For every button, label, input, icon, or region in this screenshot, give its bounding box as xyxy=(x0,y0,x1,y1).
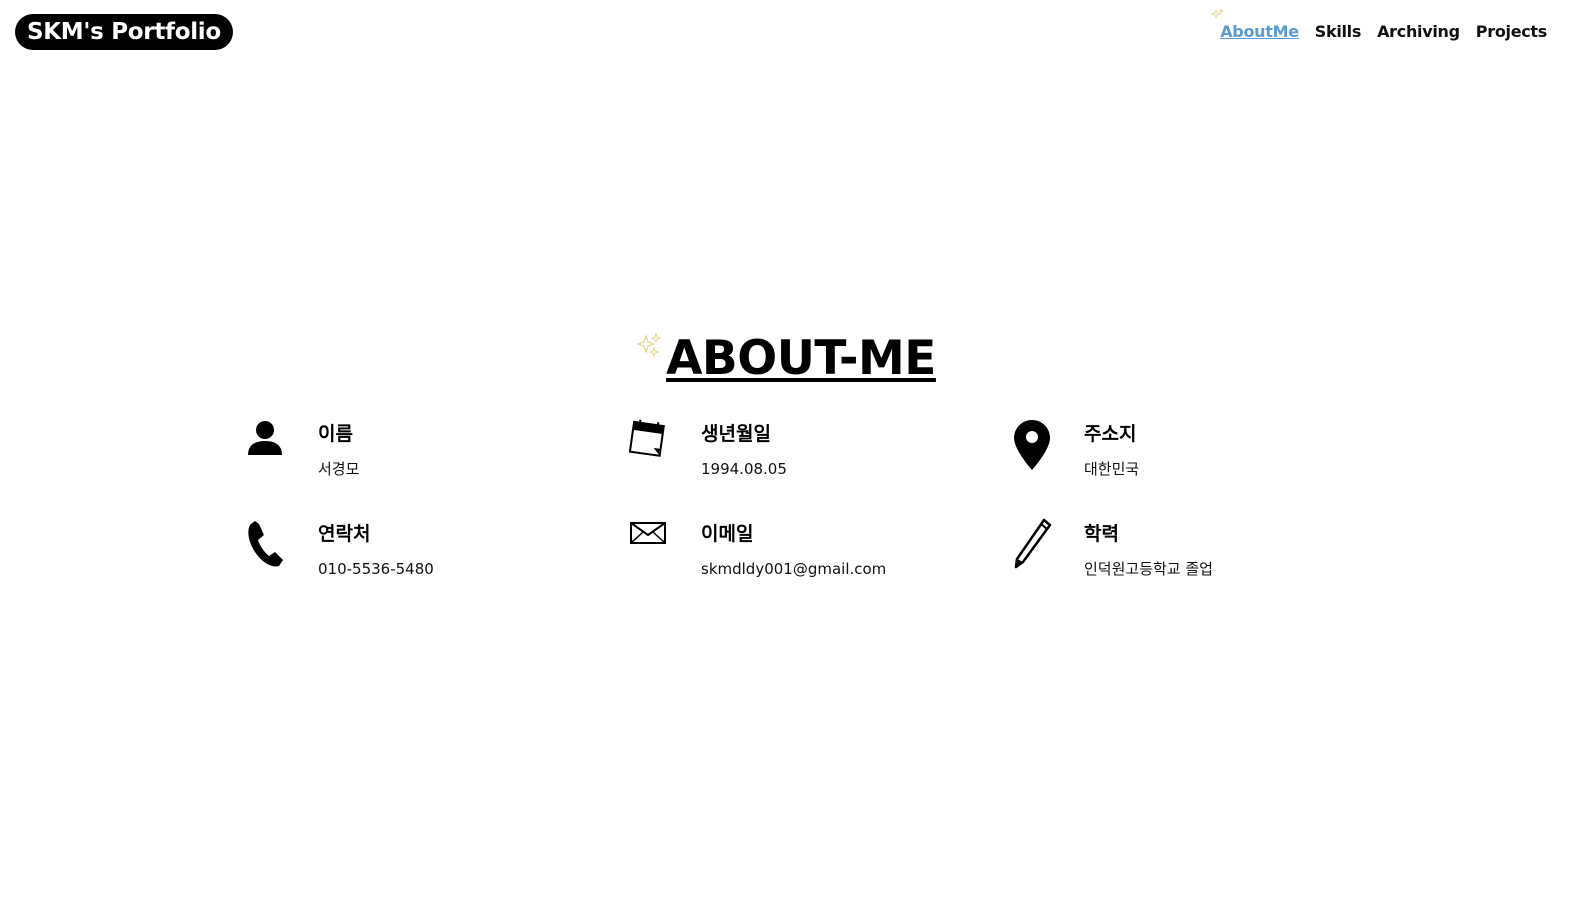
info-label: 주소지 xyxy=(1084,423,1137,445)
pencil-icon xyxy=(1014,518,1052,569)
nav-item-label: AboutMe xyxy=(1220,22,1299,41)
info-value: 서경모 xyxy=(318,460,360,478)
envelope-icon xyxy=(630,522,666,544)
logo[interactable]: SKM's Portfolio xyxy=(15,14,233,50)
section-title: ABOUT-ME xyxy=(636,330,936,388)
info-label: 학력 xyxy=(1084,523,1119,545)
info-value: 1994.08.05 xyxy=(701,460,787,478)
main-nav: AboutMe Skills Archiving Projects xyxy=(1211,8,1548,44)
info-value: 010-5536-5480 xyxy=(318,560,434,578)
info-label: 연락처 xyxy=(318,523,371,545)
info-label: 이메일 xyxy=(701,523,754,545)
info-item-name: 이름 서경모 xyxy=(245,418,605,488)
info-item-phone: 연락처 010-5536-5480 xyxy=(245,518,605,588)
info-value: skmdldy001@gmail.com xyxy=(701,560,887,578)
info-item-email: 이메일 skmdldy001@gmail.com xyxy=(628,518,988,588)
info-value: 대한민국 xyxy=(1084,460,1140,478)
nav-item-archiving[interactable]: Archiving xyxy=(1377,20,1460,44)
info-item-address: 주소지 대한민국 xyxy=(1011,418,1371,488)
nav-item-aboutme[interactable]: AboutMe xyxy=(1211,8,1299,44)
sparkle-icon xyxy=(636,332,662,358)
location-pin-icon xyxy=(1014,420,1050,470)
info-item-birthdate: 생년월일 1994.08.05 xyxy=(628,418,988,488)
info-label: 이름 xyxy=(318,423,353,445)
phone-icon xyxy=(248,521,283,567)
nav-item-skills[interactable]: Skills xyxy=(1315,20,1362,44)
nav-item-projects[interactable]: Projects xyxy=(1476,20,1548,44)
info-value: 인덕원고등학교 졸업 xyxy=(1084,560,1213,578)
info-item-education: 학력 인덕원고등학교 졸업 xyxy=(1011,518,1371,588)
header: SKM's Portfolio AboutMe Skills Archiving… xyxy=(0,0,1572,64)
calendar-icon xyxy=(628,419,665,457)
about-section-header: ABOUT-ME xyxy=(0,330,1572,388)
person-icon xyxy=(248,421,282,455)
info-label: 생년월일 xyxy=(701,423,771,445)
sparkle-icon xyxy=(1211,8,1225,20)
section-title-text: ABOUT-ME xyxy=(666,331,936,386)
